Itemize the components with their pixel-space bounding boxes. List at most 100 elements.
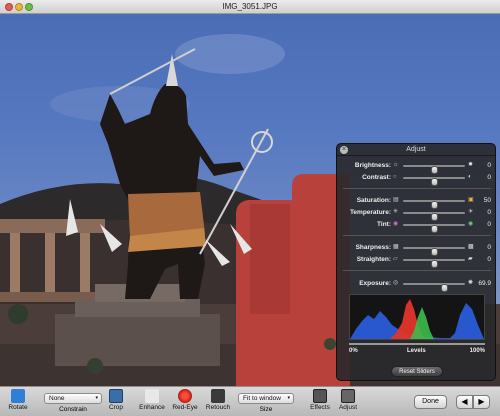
magenta-circle-icon: ◉ xyxy=(393,221,399,227)
slider-knob[interactable] xyxy=(440,284,448,292)
adjust-button[interactable]: Adjust xyxy=(336,389,360,411)
slider-value: 0 xyxy=(487,256,491,263)
slider-saturation: Saturation: ▤ ▣ 50 xyxy=(337,195,497,209)
chevron-down-icon: ▾ xyxy=(287,395,290,401)
slider-track[interactable] xyxy=(403,212,465,221)
slider-label: Temperature: xyxy=(349,209,391,216)
slider-label: Saturation: xyxy=(356,197,391,204)
green-circle-icon: ◉ xyxy=(468,221,474,227)
slider-track[interactable] xyxy=(403,177,465,186)
enhance-label: Enhance xyxy=(139,404,165,411)
chevron-down-icon: ▾ xyxy=(95,395,98,401)
slider-value: 0 xyxy=(487,162,491,169)
adjust-panel: × Adjust Brightness: ☼ ✹ 0 Contrast: ○ ◐… xyxy=(336,143,496,381)
slider-track[interactable] xyxy=(403,247,465,256)
close-icon[interactable]: × xyxy=(340,146,348,154)
exposure-low-icon: ◎ xyxy=(393,280,399,286)
divider xyxy=(343,270,491,271)
redeye-button[interactable]: Red-Eye xyxy=(172,389,198,411)
next-button[interactable]: ▶ xyxy=(473,395,490,409)
levels-label: Levels xyxy=(407,348,426,354)
levels-track[interactable] xyxy=(349,343,485,345)
slider-label: Sharpness: xyxy=(355,244,391,251)
constrain-value: None xyxy=(49,395,65,402)
red-eye-icon xyxy=(178,389,192,403)
slider-straighten: Straighten: ▱ ▰ 0 xyxy=(337,254,497,268)
redeye-label: Red-Eye xyxy=(172,404,198,411)
slider-value: 0 xyxy=(487,174,491,181)
crop-icon xyxy=(109,389,123,403)
slider-track[interactable] xyxy=(403,165,465,174)
contrast-high-icon: ◐ xyxy=(468,174,472,180)
slider-label: Brightness: xyxy=(354,162,391,169)
reset-sliders-button[interactable]: Reset Sliders xyxy=(391,366,443,377)
arrow-right-icon: ▶ xyxy=(478,397,485,406)
effects-label: Effects xyxy=(310,404,330,411)
contrast-low-icon: ○ xyxy=(393,174,397,180)
window-title: IMG_3051.JPG xyxy=(222,2,278,11)
slider-track[interactable] xyxy=(403,259,465,268)
constrain-select[interactable]: None ▾ xyxy=(44,393,102,404)
slider-track[interactable] xyxy=(403,224,465,233)
size-label: Size xyxy=(259,406,273,413)
retouch-button[interactable]: Retouch xyxy=(204,389,232,411)
zoom-window-button[interactable] xyxy=(25,3,33,11)
magic-wand-icon xyxy=(145,389,159,403)
slider-contrast: Contrast: ○ ◐ 0 xyxy=(337,172,497,186)
brush-icon xyxy=(211,389,225,403)
bottom-toolbar: Rotate None ▾ Constrain Crop Enhance Red… xyxy=(0,386,500,416)
slider-value: 0 xyxy=(487,209,491,216)
slider-track[interactable] xyxy=(403,200,465,209)
slider-tint: Tint: ◉ ◉ 0 xyxy=(337,219,497,233)
slider-sharpness: Sharpness: ▦ ▩ 0 xyxy=(337,242,497,256)
slider-value: 69.9 xyxy=(478,280,491,287)
window-titlebar: IMG_3051.JPG xyxy=(0,0,500,14)
slider-label: Tint: xyxy=(377,221,391,228)
effects-button[interactable]: Effects xyxy=(308,389,332,411)
crop-button[interactable]: Crop xyxy=(106,389,126,411)
done-button[interactable]: Done xyxy=(414,395,447,409)
slider-brightness: Brightness: ☼ ✹ 0 xyxy=(337,160,497,174)
exposure-high-icon: ✺ xyxy=(468,280,474,286)
tilt-left-icon: ▱ xyxy=(393,256,398,262)
snowflake-icon: ✳ xyxy=(393,209,399,215)
slider-label: Contrast: xyxy=(362,174,391,181)
sun-large-icon: ✹ xyxy=(468,162,474,168)
levels-min-label: 0% xyxy=(349,348,358,354)
saturation-low-icon: ▤ xyxy=(393,197,399,203)
slider-value: 0 xyxy=(487,244,491,251)
slider-temperature: Temperature: ✳ ☀ 0 xyxy=(337,207,497,221)
blur-icon: ▦ xyxy=(393,244,399,250)
rotate-icon xyxy=(11,389,25,403)
histogram xyxy=(349,294,485,340)
slider-track[interactable] xyxy=(403,283,465,292)
histogram-graph xyxy=(350,299,484,339)
levels-max-label: 100% xyxy=(469,348,485,354)
slider-knob[interactable] xyxy=(431,260,438,268)
divider xyxy=(343,188,491,189)
slider-exposure: Exposure: ◎ ✺ 69.9 xyxy=(337,278,497,292)
adjust-label: Adjust xyxy=(338,404,358,411)
sliders-icon xyxy=(341,389,355,403)
crop-label: Crop xyxy=(108,404,124,411)
slider-knob[interactable] xyxy=(431,178,438,186)
minimize-window-button[interactable] xyxy=(15,3,23,11)
adjust-panel-titlebar: × Adjust xyxy=(337,144,495,156)
divider xyxy=(343,235,491,236)
sun-icon: ☀ xyxy=(468,209,474,215)
slider-knob[interactable] xyxy=(431,225,438,233)
constrain-label: Constrain xyxy=(59,406,87,413)
sun-small-icon: ☼ xyxy=(393,162,399,168)
tilt-right-icon: ▰ xyxy=(468,256,473,262)
size-select[interactable]: Fit to window ▾ xyxy=(238,393,294,404)
rotate-button[interactable]: Rotate xyxy=(6,389,30,411)
close-window-button[interactable] xyxy=(5,3,13,11)
enhance-button[interactable]: Enhance xyxy=(138,389,166,411)
slider-label: Exposure: xyxy=(359,280,391,287)
arrow-left-icon: ◀ xyxy=(461,397,468,406)
slider-label: Straighten: xyxy=(356,256,391,263)
size-value: Fit to window xyxy=(243,395,281,402)
previous-button[interactable]: ◀ xyxy=(456,395,473,409)
sharp-icon: ▩ xyxy=(468,244,474,250)
retouch-label: Retouch xyxy=(205,404,231,411)
